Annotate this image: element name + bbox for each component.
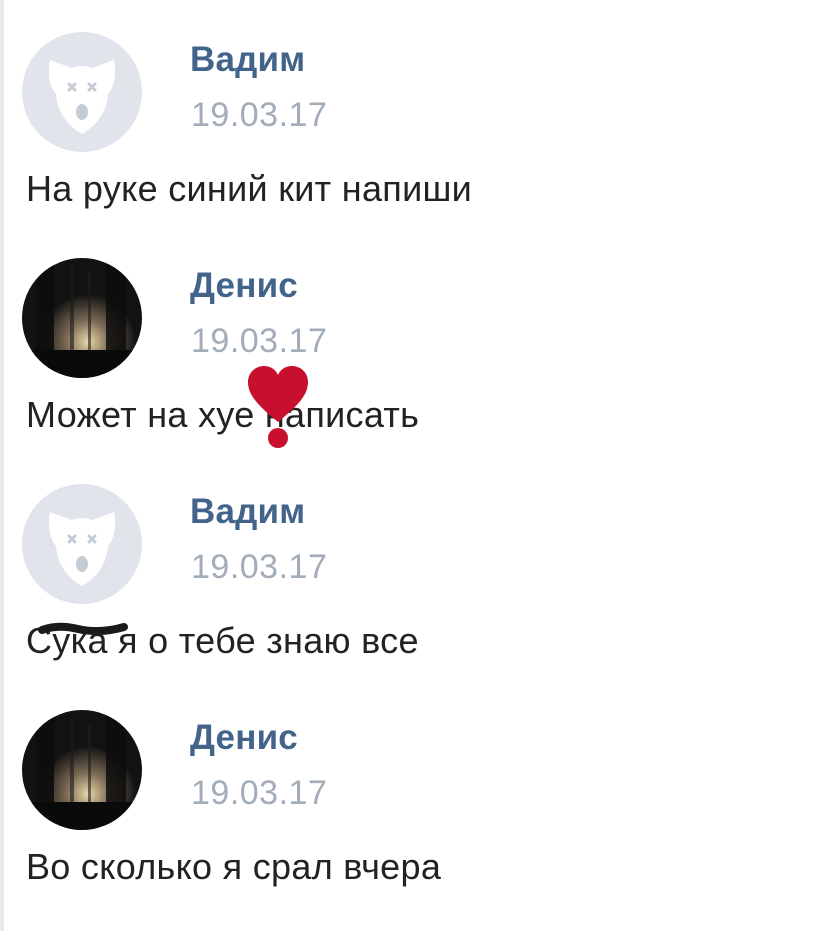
author-name[interactable]: Вадим: [190, 492, 305, 532]
message-item: Вадим 19.03.17 На руке синий кит напиши: [0, 0, 815, 220]
message-date: 19.03.17: [191, 322, 328, 360]
author-name[interactable]: Вадим: [190, 40, 305, 80]
author-name[interactable]: Денис: [190, 266, 298, 306]
message-date: 19.03.17: [191, 774, 328, 812]
message-text: Во сколько я срал вчера: [26, 846, 442, 887]
author-name[interactable]: Денис: [190, 718, 298, 758]
avatar[interactable]: [22, 710, 142, 830]
avatar[interactable]: [22, 32, 142, 152]
message-date: 19.03.17: [191, 548, 328, 586]
message-text: На руке синий кит напиши: [26, 168, 473, 209]
censor-scribble-icon: [38, 622, 128, 636]
message-text: Может на хуе написать: [26, 394, 420, 435]
vk-default-dog-avatar-icon: [22, 32, 142, 152]
dark-photo-avatar-icon: [22, 258, 142, 378]
avatar[interactable]: [22, 484, 142, 604]
dark-photo-avatar-icon: [22, 710, 142, 830]
censor-heart-icon: [248, 366, 308, 448]
message-item: Денис 19.03.17 Может на хуе написать: [0, 226, 815, 446]
vk-default-dog-avatar-icon: [22, 484, 142, 604]
message-thread: Вадим 19.03.17 На руке синий кит напиши: [0, 0, 815, 931]
message-date: 19.03.17: [191, 96, 328, 134]
message-item: Денис 19.03.17 Во сколько я срал вчера: [0, 678, 815, 898]
avatar[interactable]: [22, 258, 142, 378]
